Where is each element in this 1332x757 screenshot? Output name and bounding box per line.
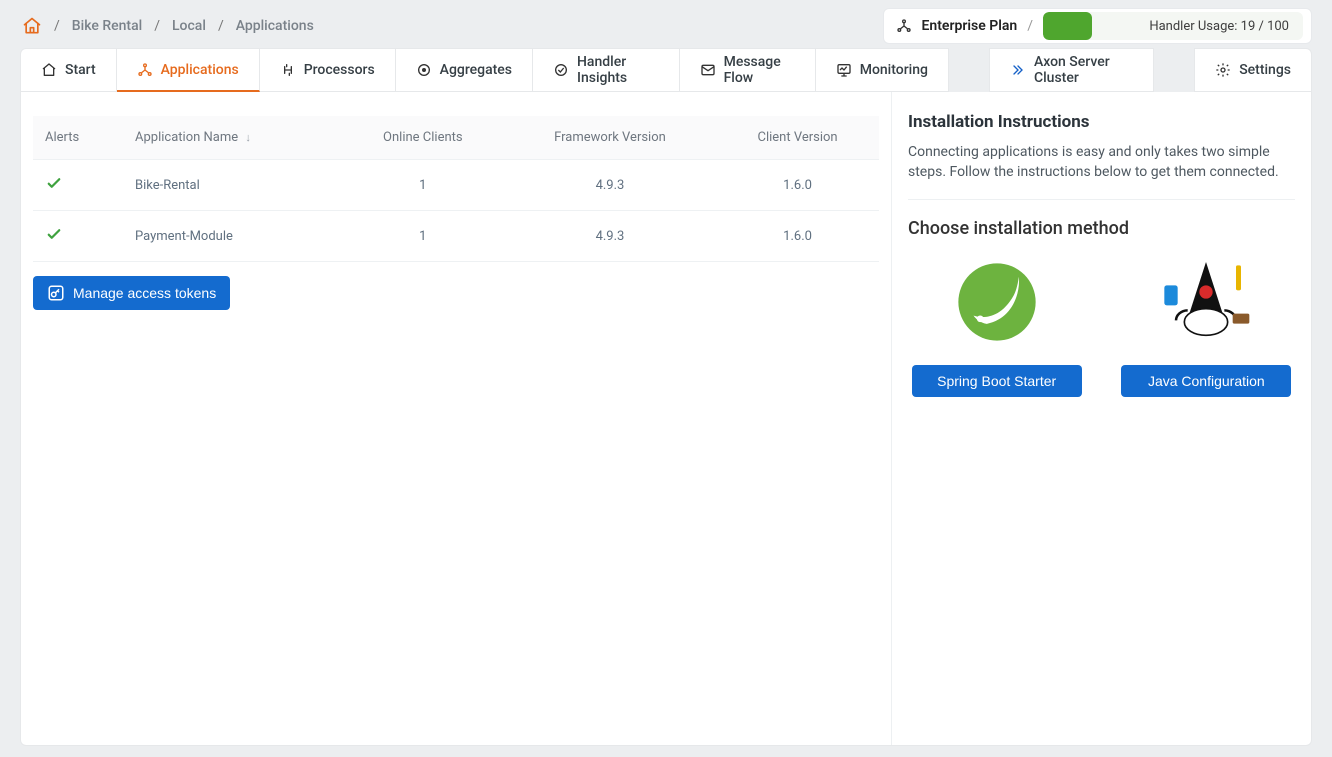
framework-version: 4.9.3 — [504, 211, 716, 262]
col-online-clients[interactable]: Online Clients — [342, 116, 504, 160]
tab-start[interactable]: Start — [20, 48, 117, 92]
panel-description: Connecting applications is easy and only… — [908, 142, 1295, 183]
plan-label: Enterprise Plan — [922, 18, 1018, 34]
tab-aggregates[interactable]: Aggregates — [396, 48, 533, 92]
table-row[interactable]: Payment-Module 1 4.9.3 1.6.0 — [33, 211, 879, 262]
tab-processors[interactable]: Processors — [260, 48, 396, 92]
framework-version: 4.9.3 — [504, 160, 716, 211]
tab-spacer — [949, 48, 989, 92]
breadcrumb-separator: / — [154, 18, 160, 34]
table-row[interactable]: Bike-Rental 1 4.9.3 1.6.0 — [33, 160, 879, 211]
method-spring: Spring Boot Starter — [912, 257, 1082, 397]
insights-icon — [553, 62, 569, 78]
tab-label: Settings — [1239, 62, 1291, 78]
alert-status — [33, 211, 123, 262]
topbar: / Bike Rental / Local / Applications Ent… — [0, 0, 1332, 48]
aggregates-icon — [416, 62, 432, 78]
applications-table: Alerts Application Name ↓ Online Clients… — [33, 116, 879, 262]
message-flow-icon — [700, 62, 716, 78]
tab-label: Axon Server Cluster — [1034, 54, 1133, 86]
tab-label: Start — [65, 62, 96, 78]
key-icon — [47, 284, 65, 302]
applications-icon — [137, 62, 153, 78]
button-label: Manage access tokens — [73, 285, 216, 301]
processors-icon — [280, 62, 296, 78]
manage-access-tokens-button[interactable]: Manage access tokens — [33, 276, 230, 310]
gear-icon — [1215, 62, 1231, 78]
installation-instructions-panel: Installation Instructions Connecting app… — [891, 92, 1311, 745]
tab-monitoring[interactable]: Monitoring — [816, 48, 949, 92]
tab-label: Monitoring — [860, 62, 928, 78]
check-ok-icon — [45, 232, 63, 247]
tab-message-flow[interactable]: Message Flow — [680, 48, 816, 92]
panel-title: Installation Instructions — [908, 112, 1295, 132]
choose-method-heading: Choose installation method — [908, 218, 1295, 239]
spring-boot-starter-button[interactable]: Spring Boot Starter — [912, 365, 1082, 397]
tab-spacer — [1154, 48, 1194, 92]
breadcrumb-item-1[interactable]: Bike Rental — [72, 18, 142, 34]
breadcrumb-separator: / — [54, 18, 60, 34]
usage-bar-fill — [1043, 12, 1092, 40]
client-version: 1.6.0 — [716, 211, 879, 262]
col-framework-version[interactable]: Framework Version — [504, 116, 716, 160]
tab-applications[interactable]: Applications — [117, 48, 260, 92]
tab-label: Handler Insights — [577, 54, 659, 86]
network-icon — [896, 18, 912, 34]
tabbar: Start Applications Processors Aggregates… — [20, 48, 1312, 92]
tab-handler-insights[interactable]: Handler Insights — [533, 48, 680, 92]
tab-label: Aggregates — [440, 62, 512, 78]
java-duke-icon — [1156, 257, 1256, 347]
tab-axon-server-cluster[interactable]: Axon Server Cluster — [989, 48, 1154, 92]
app-name: Payment-Module — [123, 211, 342, 262]
col-label: Application Name — [135, 130, 238, 145]
divider — [908, 199, 1295, 200]
online-clients: 1 — [342, 211, 504, 262]
col-client-version[interactable]: Client Version — [716, 116, 879, 160]
home-icon — [41, 62, 57, 78]
sort-arrow-down-icon: ↓ — [245, 131, 251, 144]
table-header-row: Alerts Application Name ↓ Online Clients… — [33, 116, 879, 160]
spring-logo-icon — [947, 257, 1047, 347]
home-icon[interactable] — [22, 16, 42, 36]
tab-label: Processors — [304, 62, 375, 78]
breadcrumb: / Bike Rental / Local / Applications — [22, 16, 314, 36]
tab-settings[interactable]: Settings — [1194, 48, 1312, 92]
method-java: Java Configuration — [1121, 257, 1291, 397]
online-clients: 1 — [342, 160, 504, 211]
java-configuration-button[interactable]: Java Configuration — [1121, 365, 1291, 397]
app-name: Bike-Rental — [123, 160, 342, 211]
main-panel: Alerts Application Name ↓ Online Clients… — [20, 92, 1312, 746]
breadcrumb-item-2[interactable]: Local — [172, 18, 206, 34]
cluster-icon — [1010, 62, 1026, 78]
plan-chip: Enterprise Plan / Handler Usage: 19 / 10… — [883, 8, 1313, 44]
col-alerts[interactable]: Alerts — [33, 116, 123, 160]
col-application-name[interactable]: Application Name ↓ — [123, 116, 342, 160]
monitoring-icon — [836, 62, 852, 78]
plan-separator: / — [1027, 18, 1033, 34]
tab-label: Message Flow — [724, 54, 795, 86]
applications-panel: Alerts Application Name ↓ Online Clients… — [21, 92, 891, 745]
handler-usage[interactable]: Handler Usage: 19 / 100 — [1043, 12, 1303, 40]
breadcrumb-item-3[interactable]: Applications — [236, 18, 314, 34]
tab-label: Applications — [161, 62, 239, 78]
installation-methods: Spring Boot Starter Java Configur — [908, 257, 1295, 397]
alert-status — [33, 160, 123, 211]
breadcrumb-separator: / — [218, 18, 224, 34]
client-version: 1.6.0 — [716, 160, 879, 211]
check-ok-icon — [45, 181, 63, 196]
usage-label: Handler Usage: 19 / 100 — [1149, 19, 1289, 34]
